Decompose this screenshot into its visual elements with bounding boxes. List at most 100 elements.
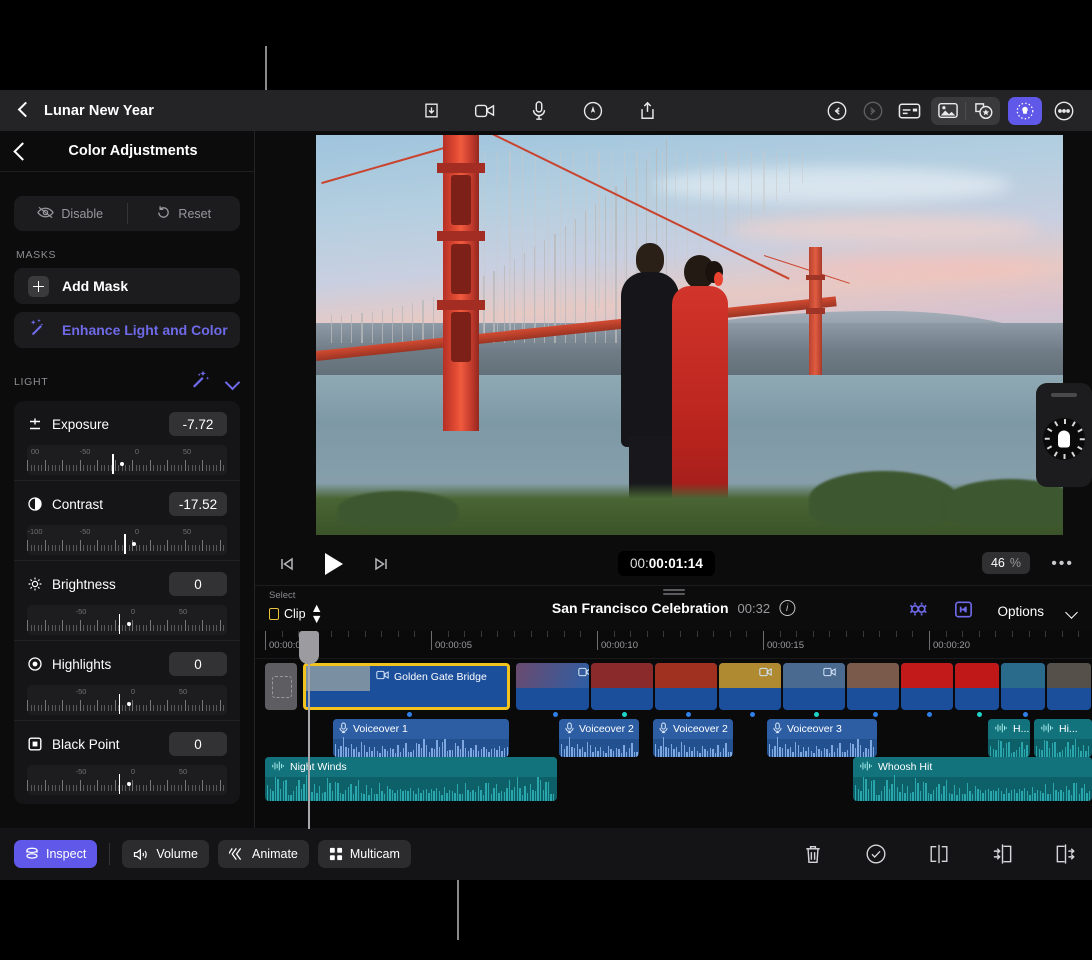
color-adjust-icon[interactable] bbox=[1008, 96, 1042, 125]
more-options-icon[interactable] bbox=[1050, 98, 1078, 124]
info-circle-icon[interactable]: i bbox=[779, 600, 796, 616]
timeline-video-clip[interactable] bbox=[783, 663, 845, 710]
drag-handle[interactable] bbox=[1051, 393, 1077, 397]
slider-value[interactable]: 0 bbox=[169, 572, 227, 596]
chevron-left-icon[interactable] bbox=[14, 142, 26, 161]
timeline-voiceover-clip[interactable]: Voiceover 1 bbox=[333, 719, 509, 757]
timeline-video-clip[interactable] bbox=[719, 663, 781, 710]
timeline-ruler[interactable]: 00:00:00 00:00:05 00:00:10 00:00:15 00:00:20 bbox=[255, 631, 1092, 659]
slider-track[interactable]: -50 0 50 bbox=[27, 605, 227, 635]
waveform-bar bbox=[1080, 750, 1082, 757]
slider-value[interactable]: 0 bbox=[169, 732, 227, 756]
bottom-button-multicam[interactable]: Multicam bbox=[317, 840, 411, 868]
slider-tick-label: -50 bbox=[79, 527, 91, 536]
crop-fill-icon[interactable] bbox=[952, 598, 975, 626]
waveform-bar bbox=[384, 749, 386, 757]
record-video-icon[interactable] bbox=[471, 98, 499, 124]
keyframe-marker[interactable] bbox=[977, 712, 982, 717]
keyframe-marker[interactable] bbox=[1023, 712, 1028, 717]
keyframe-marker[interactable] bbox=[406, 712, 412, 717]
bottom-button-animate[interactable]: Animate bbox=[218, 840, 309, 868]
trim-start-icon[interactable] bbox=[989, 841, 1015, 867]
checkmark-circle-icon[interactable] bbox=[863, 841, 889, 867]
keyframe-marker[interactable] bbox=[686, 712, 691, 717]
slider-knob[interactable] bbox=[120, 462, 124, 466]
enhance-light-color-button[interactable]: Enhance Light and Color bbox=[14, 312, 240, 348]
empty-clip-placeholder[interactable] bbox=[265, 663, 297, 710]
chevron-down-icon[interactable] bbox=[225, 377, 240, 386]
draw-icon[interactable] bbox=[579, 98, 607, 124]
play-icon[interactable] bbox=[325, 552, 343, 575]
timeline-voiceover-clip[interactable]: Voiceover 2 bbox=[559, 719, 639, 757]
slider-value[interactable]: 0 bbox=[169, 652, 227, 676]
keyframe-marker[interactable] bbox=[750, 712, 755, 717]
skip-to-start-icon[interactable] bbox=[273, 551, 301, 577]
slider-knob[interactable] bbox=[132, 542, 136, 546]
timeline-video-clip[interactable] bbox=[901, 663, 953, 710]
bottom-button-volume[interactable]: Volume bbox=[122, 840, 210, 868]
timeline-music-clip[interactable]: Hi... bbox=[1034, 719, 1092, 757]
slider-knob[interactable] bbox=[126, 622, 131, 626]
timeline-video-clip[interactable]: Golden Gate Bridge bbox=[303, 663, 510, 710]
timeline-video-clip[interactable]: P... bbox=[516, 663, 589, 710]
split-clip-icon[interactable] bbox=[926, 841, 952, 867]
timeline-voiceover-clip[interactable]: Voiceover 2 bbox=[653, 719, 733, 757]
undo-icon[interactable] bbox=[823, 98, 851, 124]
video-preview[interactable] bbox=[316, 135, 1063, 535]
import-media-icon[interactable] bbox=[417, 98, 445, 124]
trash-icon[interactable] bbox=[800, 841, 826, 867]
magic-effects-icon[interactable] bbox=[906, 597, 930, 626]
keyframe-marker[interactable] bbox=[814, 712, 819, 717]
share-export-icon[interactable] bbox=[633, 98, 661, 124]
timeline[interactable]: 00:00:00 00:00:05 00:00:10 00:00:15 00:00:20… bbox=[255, 631, 1092, 829]
add-mask-button[interactable]: Add Mask bbox=[14, 268, 240, 304]
slider-knob[interactable] bbox=[126, 782, 131, 786]
keyframe-marker[interactable] bbox=[552, 712, 558, 717]
keyframe-marker[interactable] bbox=[622, 712, 627, 717]
brightness-dial-panel[interactable] bbox=[1036, 383, 1092, 487]
chevron-down-icon[interactable] bbox=[1066, 608, 1078, 616]
redo-icon[interactable] bbox=[859, 98, 887, 124]
keyframe-marker[interactable] bbox=[873, 712, 878, 717]
timecode-display[interactable]: 00:00:01:14 bbox=[618, 551, 715, 576]
effects-icon[interactable] bbox=[966, 97, 1000, 125]
brightness-dial[interactable] bbox=[1043, 418, 1085, 460]
reset-button[interactable]: Reset bbox=[128, 196, 241, 231]
slider-track[interactable]: -50 0 50 bbox=[27, 765, 227, 795]
chevron-updown-icon[interactable]: ▲ ▼ bbox=[311, 602, 323, 626]
chevron-left-icon[interactable] bbox=[18, 102, 28, 119]
trim-end-icon[interactable] bbox=[1052, 841, 1078, 867]
waveform-bar bbox=[717, 744, 719, 757]
slider-track[interactable]: 00 -50 0 50 bbox=[27, 445, 227, 475]
disable-button[interactable]: Disable bbox=[14, 196, 127, 231]
timeline-video-clip[interactable] bbox=[655, 663, 717, 710]
resize-grabber[interactable] bbox=[662, 589, 685, 597]
timeline-music-clip[interactable]: H... bbox=[988, 719, 1030, 757]
slider-value[interactable]: -7.72 bbox=[169, 412, 227, 436]
waveform-bar bbox=[347, 786, 349, 801]
timeline-voiceover-clip[interactable]: Voiceover 3 bbox=[767, 719, 877, 757]
timeline-video-clip[interactable] bbox=[1001, 663, 1045, 710]
skip-to-end-icon[interactable] bbox=[367, 551, 395, 577]
playhead-handle[interactable] bbox=[299, 631, 319, 664]
slider-knob[interactable] bbox=[126, 702, 131, 706]
timeline-music-clip[interactable]: Whoosh Hit bbox=[853, 757, 1092, 801]
keyframe-marker[interactable] bbox=[927, 712, 932, 717]
auto-light-magic-icon[interactable] bbox=[189, 368, 211, 395]
slider-track[interactable]: -50 0 50 bbox=[27, 685, 227, 715]
timeline-video-clip[interactable] bbox=[955, 663, 999, 710]
options-label[interactable]: Options bbox=[997, 604, 1044, 619]
bottom-button-inspect[interactable]: Inspect bbox=[14, 840, 98, 868]
timeline-video-clip[interactable] bbox=[1047, 663, 1091, 710]
microphone-icon[interactable] bbox=[525, 98, 553, 124]
slider-value[interactable]: -17.52 bbox=[169, 492, 227, 516]
zoom-level[interactable]: 46 % bbox=[981, 552, 1030, 574]
photos-library-icon[interactable] bbox=[931, 97, 965, 125]
ellipsis-icon[interactable]: ••• bbox=[1051, 556, 1074, 572]
timeline-video-clip[interactable] bbox=[591, 663, 653, 710]
select-mode-control[interactable]: Select Clip ▲ ▼ bbox=[269, 590, 323, 626]
slider-track[interactable]: -100 -50 0 50 bbox=[27, 525, 227, 555]
titles-icon[interactable] bbox=[895, 98, 923, 124]
playhead[interactable] bbox=[299, 631, 319, 829]
timeline-video-clip[interactable] bbox=[847, 663, 899, 710]
